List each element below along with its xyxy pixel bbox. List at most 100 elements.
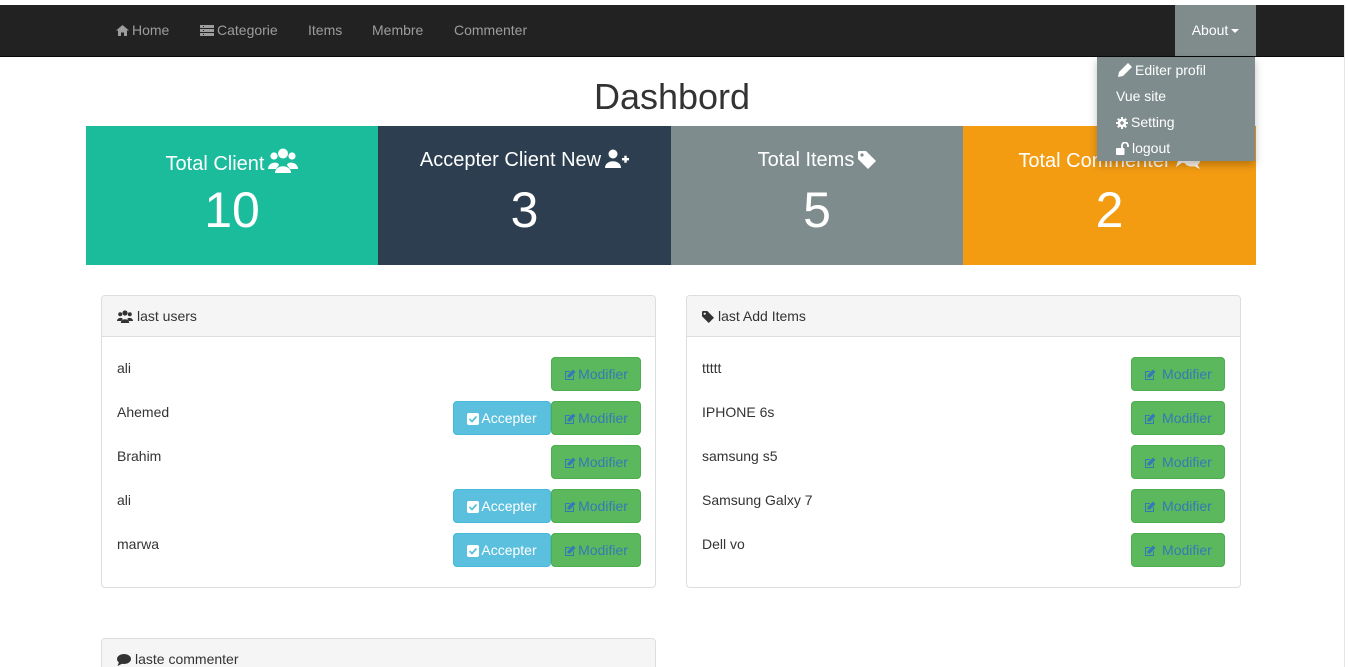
edit-icon bbox=[1145, 457, 1156, 468]
caret-down-icon bbox=[1231, 29, 1240, 34]
nav-commenter[interactable]: Commenter bbox=[454, 5, 527, 56]
dropdown-logout-label: logout bbox=[1132, 140, 1171, 156]
modifier-button[interactable]: Modifier bbox=[1131, 533, 1225, 567]
item-name: Samsung Galxy 7 bbox=[702, 492, 813, 508]
about-dropdown-menu: Editer profil Vue site Setting logout bbox=[1097, 57, 1255, 161]
modifier-button[interactable]: Modifier bbox=[551, 533, 641, 567]
tag-icon bbox=[858, 151, 877, 169]
stat-value: 2 bbox=[1095, 182, 1124, 238]
stat-label-text: Total Items bbox=[757, 149, 855, 171]
dropdown-setting[interactable]: Setting bbox=[1116, 112, 1175, 132]
user-name: Brahim bbox=[117, 448, 162, 464]
stat-label: Accepter Client New bbox=[378, 148, 671, 172]
check-square-icon bbox=[467, 501, 480, 513]
edit-icon bbox=[565, 457, 576, 468]
modifier-button[interactable]: Modifier bbox=[551, 401, 641, 435]
list-icon bbox=[200, 25, 214, 36]
tag-icon bbox=[702, 311, 714, 323]
accepter-label: Accepter bbox=[481, 542, 537, 558]
edit-icon bbox=[1145, 413, 1156, 424]
modifier-label: Modifier bbox=[578, 410, 628, 426]
home-icon bbox=[116, 25, 129, 36]
modifier-button[interactable]: Modifier bbox=[551, 357, 641, 391]
unlock-icon bbox=[1116, 141, 1129, 155]
modifier-label: Modifier bbox=[578, 454, 628, 470]
accepter-button[interactable]: Accepter bbox=[453, 489, 551, 523]
edit-icon bbox=[565, 369, 576, 380]
nav-about-dropdown-toggle[interactable]: About bbox=[1175, 5, 1256, 56]
modifier-button[interactable]: Modifier bbox=[551, 489, 641, 523]
modifier-label: Modifier bbox=[1162, 410, 1212, 426]
panel-title: last Add Items bbox=[718, 308, 806, 324]
modifier-button[interactable]: Modifier bbox=[1131, 401, 1225, 435]
users-icon bbox=[117, 310, 133, 323]
nav-home-label: Home bbox=[132, 22, 170, 38]
pencil-icon bbox=[1118, 63, 1132, 77]
nav-categorie-label: Categorie bbox=[217, 22, 278, 38]
gear-icon bbox=[1116, 117, 1128, 129]
dropdown-setting-label: Setting bbox=[1131, 114, 1175, 130]
nav-membre[interactable]: Membre bbox=[372, 5, 423, 56]
stat-label: Total Client bbox=[86, 148, 378, 176]
stat-value: 5 bbox=[803, 182, 831, 238]
dropdown-editer-profil[interactable]: Editer profil bbox=[1118, 60, 1206, 80]
modifier-label: Modifier bbox=[578, 542, 628, 558]
item-name: IPHONE 6s bbox=[702, 404, 775, 420]
navbar: Home Categorie Items Membre Commenter Ab… bbox=[0, 5, 1344, 57]
modifier-button[interactable]: Modifier bbox=[1131, 445, 1225, 479]
nav-categorie[interactable]: Categorie bbox=[200, 5, 278, 56]
accepter-label: Accepter bbox=[481, 410, 537, 426]
edit-icon bbox=[565, 545, 576, 556]
stat-label-text: Accepter Client New bbox=[419, 149, 602, 171]
panel-title: laste commenter bbox=[135, 651, 239, 667]
modifier-label: Modifier bbox=[1162, 498, 1212, 514]
modifier-label: Modifier bbox=[1162, 366, 1212, 382]
modifier-label: Modifier bbox=[578, 498, 628, 514]
edit-icon bbox=[1145, 545, 1156, 556]
modifier-label: Modifier bbox=[578, 366, 628, 382]
user-name: ali bbox=[117, 360, 132, 376]
panel-heading: last Add Items bbox=[687, 296, 1240, 337]
item-name: ttttt bbox=[702, 360, 722, 376]
panel-heading: laste commenter bbox=[102, 639, 655, 667]
accepter-label: Accepter bbox=[481, 498, 537, 514]
stat-total-items: Total Items 5 bbox=[671, 126, 963, 265]
stat-label: Total Items bbox=[671, 148, 963, 172]
users-icon bbox=[268, 148, 299, 173]
user-name: marwa bbox=[117, 536, 160, 552]
nav-home[interactable]: Home bbox=[116, 5, 169, 56]
accepter-button[interactable]: Accepter bbox=[453, 401, 551, 435]
stat-total-client: Total Client 10 bbox=[86, 126, 378, 265]
nav-items[interactable]: Items bbox=[308, 5, 342, 56]
item-name: Dell vo bbox=[702, 536, 745, 552]
user-plus-icon bbox=[605, 149, 630, 168]
check-square-icon bbox=[467, 545, 480, 557]
user-name: ali bbox=[117, 492, 132, 508]
dropdown-logout[interactable]: logout bbox=[1116, 138, 1170, 158]
modifier-button[interactable]: Modifier bbox=[1131, 357, 1225, 391]
panel-heading: last users bbox=[102, 296, 655, 337]
stat-accepter-client: Accepter Client New 3 bbox=[378, 126, 671, 265]
dropdown-editer-label: Editer profil bbox=[1135, 62, 1206, 78]
modifier-label: Modifier bbox=[1162, 542, 1212, 558]
modifier-button[interactable]: Modifier bbox=[551, 445, 641, 479]
modifier-label: Modifier bbox=[1162, 454, 1212, 470]
comment-icon bbox=[117, 654, 131, 666]
edit-icon bbox=[565, 501, 576, 512]
last-items-panel: last Add Items ttttt Modifier IPHONE 6s … bbox=[686, 295, 1241, 588]
stat-label-text: Total Client bbox=[165, 153, 265, 175]
edit-icon bbox=[565, 413, 576, 424]
modifier-button[interactable]: Modifier bbox=[1131, 489, 1225, 523]
edit-icon bbox=[1145, 501, 1156, 512]
nav-about-label: About bbox=[1191, 22, 1229, 38]
accepter-button[interactable]: Accepter bbox=[453, 533, 551, 567]
dropdown-vue-site[interactable]: Vue site bbox=[1116, 86, 1166, 106]
last-users-panel: last users ali Modifier Ahemed Accepter … bbox=[101, 295, 656, 588]
last-comments-panel: laste commenter bbox=[101, 638, 656, 667]
stat-value: 3 bbox=[510, 182, 539, 238]
user-name: Ahemed bbox=[117, 404, 170, 420]
page-scrollbar[interactable] bbox=[1344, 5, 1348, 667]
item-name: samsung s5 bbox=[702, 448, 778, 464]
stat-value: 10 bbox=[204, 182, 260, 238]
check-square-icon bbox=[467, 413, 480, 425]
